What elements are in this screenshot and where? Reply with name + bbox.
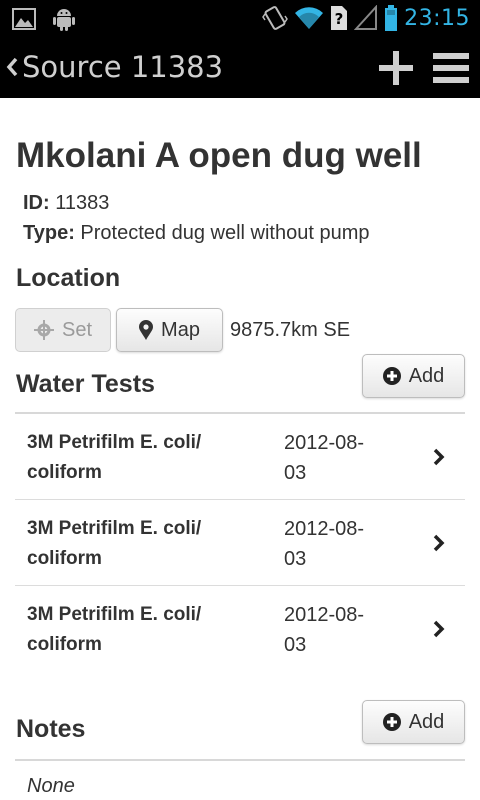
android-notification-icon (53, 9, 75, 31)
source-name: Mkolani A open dug well (16, 136, 422, 175)
test-name: 3M Petrifilm E. coli/ coliform (27, 432, 202, 483)
map-label: Map (161, 318, 200, 341)
status-time: 23:15 (404, 5, 470, 31)
add-label: Add (408, 710, 445, 733)
battery-icon (385, 5, 398, 31)
svg-text:?: ? (335, 10, 344, 28)
map-button[interactable]: Map (116, 308, 223, 352)
test-date: 2012-08- 03 (284, 518, 365, 570)
chevron-left-icon (6, 57, 18, 77)
water-test-row[interactable]: 3M Petrifilm E. coli/ coliform 2012-08- … (15, 586, 465, 672)
test-date: 2012-08- 03 (284, 604, 365, 656)
water-tests-heading: Water Tests (16, 370, 155, 398)
gallery-notification-icon (12, 8, 36, 30)
chevron-right-icon (433, 534, 445, 552)
plus-circle-icon (382, 367, 401, 385)
action-bar: Source 11383 (0, 38, 480, 98)
type-label: Type: (23, 222, 75, 244)
id-value: 11383 (55, 192, 110, 214)
sim-unknown-icon: ? (331, 6, 348, 30)
test-name: 3M Petrifilm E. coli/ coliform (27, 604, 202, 655)
vibrate-icon (262, 6, 288, 30)
set-location-button[interactable]: Set (15, 308, 111, 352)
source-id: ID: 11383 (23, 192, 109, 215)
location-heading: Location (16, 264, 121, 292)
notes-heading: Notes (16, 715, 86, 743)
notes-value: None (27, 775, 75, 797)
chevron-right-icon (433, 620, 445, 638)
chevron-right-icon (433, 448, 445, 466)
notes-divider (15, 759, 465, 761)
crosshair-icon (33, 320, 54, 340)
set-label: Set (61, 318, 93, 341)
status-bar: ? 23:15 (0, 0, 480, 38)
add-water-test-button[interactable]: Add (362, 354, 465, 398)
add-icon[interactable] (378, 50, 414, 86)
water-test-row[interactable]: 3M Petrifilm E. coli/ coliform 2012-08- … (15, 414, 465, 500)
add-label: Add (408, 364, 445, 387)
map-marker-icon (139, 320, 154, 340)
test-name: 3M Petrifilm E. coli/ coliform (27, 518, 202, 569)
signal-icon (354, 5, 378, 30)
menu-icon[interactable] (432, 51, 470, 85)
add-note-button[interactable]: Add (362, 700, 465, 744)
back-button[interactable]: Source 11383 (4, 50, 223, 84)
wifi-icon (295, 7, 324, 29)
plus-circle-icon (382, 713, 401, 731)
location-distance: 9875.7km SE (230, 319, 351, 341)
water-test-row[interactable]: 3M Petrifilm E. coli/ coliform 2012-08- … (15, 500, 465, 586)
type-value: Protected dug well without pump (80, 222, 370, 244)
source-type: Type: Protected dug well without pump (23, 222, 369, 245)
id-label: ID: (23, 192, 50, 214)
page-title-bar: Source 11383 (22, 50, 224, 84)
test-date: 2012-08- 03 (284, 432, 365, 484)
source-detail: Mkolani A open dug well ID: 11383 Type: … (0, 98, 480, 800)
